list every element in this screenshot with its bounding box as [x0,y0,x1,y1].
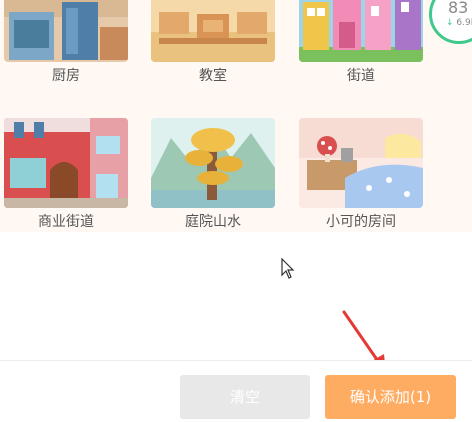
scene-label-kitchen: 厨房 [52,68,80,84]
scene-label-classroom: 教室 [199,68,227,84]
scene-thumb-xiaoke-room[interactable] [299,118,423,208]
scene-thumb-courtyard[interactable] [151,118,275,208]
network-speed-download: ↓ 6.9K [446,18,472,28]
mouse-cursor-icon [281,258,295,279]
scene-label-courtyard: 庭院山水 [185,214,241,230]
scene-thumb-commercial-street[interactable] [4,118,128,208]
scene-thumb-street[interactable] [299,0,423,62]
scene-label-street: 街道 [347,68,375,84]
scene-grid: 厨房 教室 街道 商业街道 庭院山水 小可的房间 83 ↓ 6.9 [0,0,472,232]
footer-bar: 清空 确认添加(1) [0,361,472,422]
network-speed-number: 83 [448,0,469,17]
scene-thumb-kitchen[interactable] [4,0,128,62]
scene-label-commercial-street: 商业街道 [38,214,94,230]
scene-label-xiaoke-room: 小可的房间 [326,214,396,230]
confirm-add-button[interactable]: 确认添加(1) [325,375,456,419]
scene-thumb-classroom[interactable] [151,0,275,62]
network-speed-widget[interactable]: 83 ↓ 6.9K [429,0,472,44]
clear-button[interactable]: 清空 [180,375,310,419]
download-arrow-icon: ↓ [446,18,454,28]
network-speed-value: 6.9K [456,18,472,28]
